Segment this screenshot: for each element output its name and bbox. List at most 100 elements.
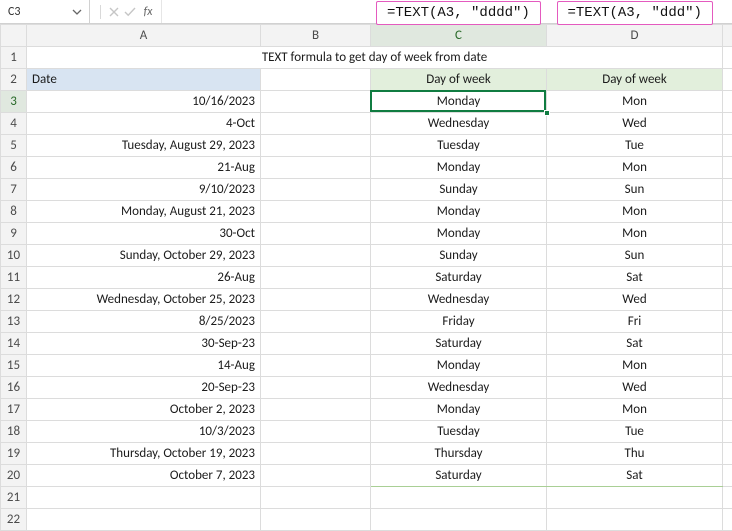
col-head-c[interactable]: C — [371, 25, 547, 47]
row-head[interactable]: 22 — [1, 509, 27, 531]
cancel-icon[interactable] — [107, 5, 121, 19]
cell-date[interactable]: Sunday, October 29, 2023 — [27, 245, 261, 267]
cell-empty[interactable] — [261, 201, 371, 223]
table-row[interactable]: 19Thursday, October 19, 2023ThursdayThu — [1, 443, 732, 465]
table-row[interactable]: 1430-Sep-23SaturdaySat — [1, 333, 732, 355]
row-head[interactable]: 4 — [1, 113, 27, 135]
col-head-e[interactable] — [723, 25, 732, 47]
cell-date[interactable]: 8/25/2023 — [27, 311, 261, 333]
cell-empty[interactable] — [261, 135, 371, 157]
cell-date[interactable]: 10/16/2023 — [27, 91, 261, 113]
cell-dow-full[interactable]: Saturday — [371, 267, 547, 289]
cell-dow-full[interactable]: Monday — [371, 157, 547, 179]
insert-function-icon[interactable]: fx — [141, 5, 155, 19]
cell-dow-short[interactable]: Mon — [547, 355, 723, 377]
cell-date[interactable]: 4-Oct — [27, 113, 261, 135]
cell-empty[interactable] — [261, 333, 371, 355]
table-row[interactable]: 1126-AugSaturdaySat — [1, 267, 732, 289]
table-row[interactable]: 17October 2, 2023MondayMon — [1, 399, 732, 421]
name-box-dropdown[interactable] — [69, 4, 85, 20]
row-head[interactable]: 19 — [1, 443, 27, 465]
cell-empty[interactable] — [261, 223, 371, 245]
cell-date[interactable]: 26-Aug — [27, 267, 261, 289]
row-head[interactable]: 15 — [1, 355, 27, 377]
table-row[interactable]: 930-OctMondayMon — [1, 223, 732, 245]
col-head-a[interactable]: A — [27, 25, 261, 47]
row-head[interactable]: 20 — [1, 465, 27, 487]
cell-dow-full[interactable]: Tuesday — [371, 135, 547, 157]
spreadsheet-grid[interactable]: A B C D 1 TEXT formula to get day of wee… — [0, 24, 732, 531]
cell-dow-short[interactable]: Sun — [547, 245, 723, 267]
row-head-1[interactable]: 1 — [1, 47, 27, 69]
row-head[interactable]: 13 — [1, 311, 27, 333]
cell-dow-short[interactable]: Mon — [547, 91, 723, 113]
cell-dow-short[interactable]: Wed — [547, 377, 723, 399]
cell-dow-full[interactable]: Tuesday — [371, 421, 547, 443]
enter-icon[interactable] — [123, 5, 137, 19]
table-row[interactable]: 1620-Sep-23 WednesdayWed — [1, 377, 732, 399]
cell-empty[interactable] — [261, 399, 371, 421]
title-cell[interactable]: TEXT formula to get day of week from dat… — [27, 47, 723, 69]
cell-empty[interactable] — [261, 355, 371, 377]
cell-dow-full[interactable]: Wednesday — [371, 377, 547, 399]
cell-empty[interactable] — [261, 443, 371, 465]
cell-dow-short[interactable]: Wed — [547, 289, 723, 311]
cell-empty[interactable] — [261, 179, 371, 201]
cell-empty[interactable] — [261, 377, 371, 399]
cell-empty[interactable] — [261, 289, 371, 311]
row-head[interactable]: 14 — [1, 333, 27, 355]
cell-dow-short[interactable]: Mon — [547, 223, 723, 245]
cell-dow-short[interactable]: Sat — [547, 465, 723, 487]
header-dow-full[interactable]: Day of week — [371, 69, 547, 91]
cell-empty[interactable] — [261, 91, 371, 113]
table-row[interactable]: 22 — [1, 509, 732, 531]
cell-empty[interactable] — [261, 245, 371, 267]
select-all-corner[interactable] — [1, 25, 27, 47]
cell-dow-short[interactable]: Wed — [547, 113, 723, 135]
name-box[interactable]: C3 — [8, 5, 69, 19]
cell-dow-full[interactable]: Monday — [371, 355, 547, 377]
header-date[interactable]: Date — [27, 69, 261, 91]
row-head[interactable]: 16 — [1, 377, 27, 399]
cell-date[interactable]: Tuesday, August 29, 2023 — [27, 135, 261, 157]
cell-dow-short[interactable]: Sun — [547, 179, 723, 201]
row-head[interactable]: 5 — [1, 135, 27, 157]
table-row[interactable]: 21 — [1, 487, 732, 509]
cell-date[interactable]: 20-Sep-23 — [27, 377, 261, 399]
row-head[interactable]: 10 — [1, 245, 27, 267]
cell-dow-short[interactable]: Fri — [547, 311, 723, 333]
cell-dow-full[interactable]: Thursday — [371, 443, 547, 465]
row-head[interactable]: 21 — [1, 487, 27, 509]
table-row[interactable]: 20October 7, 2023SaturdaySat — [1, 465, 732, 487]
cell-dow-full[interactable]: Saturday — [371, 333, 547, 355]
col-head-d[interactable]: D — [547, 25, 723, 47]
cell-dow-full[interactable]: Wednesday — [371, 289, 547, 311]
row-head[interactable]: 6 — [1, 157, 27, 179]
table-row[interactable]: 310/16/2023MondayMon — [1, 91, 732, 113]
row-head[interactable]: 7 — [1, 179, 27, 201]
cell-dow-full[interactable]: Monday — [371, 223, 547, 245]
row-head[interactable]: 18 — [1, 421, 27, 443]
row-1[interactable]: 1 TEXT formula to get day of week from d… — [1, 47, 732, 69]
table-row[interactable]: 79/10/2023 SundaySun — [1, 179, 732, 201]
cell-dow-full[interactable]: Wednesday — [371, 113, 547, 135]
table-row[interactable]: 1810/3/2023TuesdayTue — [1, 421, 732, 443]
cell-empty[interactable] — [261, 465, 371, 487]
cell-dow-full[interactable]: Sunday — [371, 179, 547, 201]
cell-dow-short[interactable]: Sat — [547, 267, 723, 289]
col-head-b[interactable]: B — [261, 25, 371, 47]
column-headers[interactable]: A B C D — [1, 25, 732, 47]
table-row[interactable]: 5Tuesday, August 29, 2023 TuesdayTue — [1, 135, 732, 157]
cell-date[interactable]: Thursday, October 19, 2023 — [27, 443, 261, 465]
cell-date[interactable]: October 7, 2023 — [27, 465, 261, 487]
cell-date[interactable]: Monday, August 21, 2023 — [27, 201, 261, 223]
row-head-2[interactable]: 2 — [1, 69, 27, 91]
table-row[interactable]: 8Monday, August 21, 2023MondayMon — [1, 201, 732, 223]
cell-dow-short[interactable]: Tue — [547, 135, 723, 157]
row-head[interactable]: 17 — [1, 399, 27, 421]
cell-date[interactable]: Wednesday, October 25, 2023 — [27, 289, 261, 311]
table-row[interactable]: 138/25/2023FridayFri — [1, 311, 732, 333]
cell-dow-short[interactable]: Mon — [547, 157, 723, 179]
cell-date[interactable]: 30-Sep-23 — [27, 333, 261, 355]
cell-date[interactable]: 9/10/2023 — [27, 179, 261, 201]
